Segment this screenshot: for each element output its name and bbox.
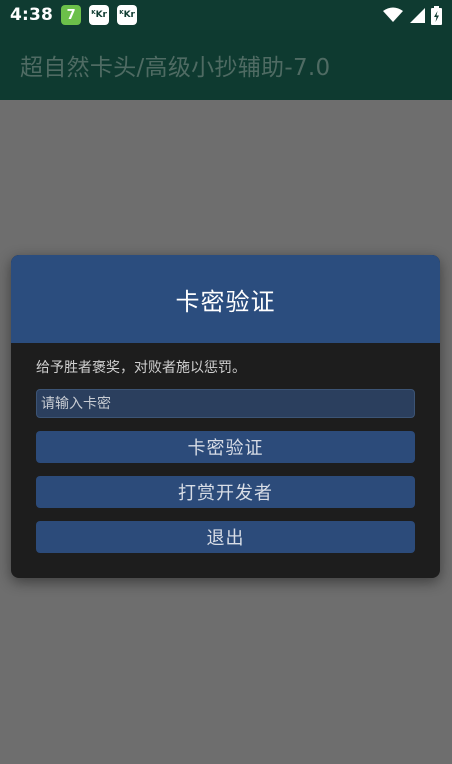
status-left: 4:38 7 ᴷKr ᴷKr <box>10 5 138 25</box>
kr-app-notification-icon: ᴷKr <box>89 5 110 25</box>
green-app-notification-icon: 7 <box>61 5 82 25</box>
dialog-title: 卡密验证 <box>175 287 276 316</box>
kr-app-notification-icon: ᴷKr <box>117 5 138 25</box>
card-key-verification-dialog: 卡密验证 给予胜者褒奖，对败者施以惩罚。 卡密验证 打赏开发者 退出 <box>11 255 440 578</box>
dialog-message: 给予胜者褒奖，对败者施以惩罚。 <box>36 360 246 376</box>
exit-button[interactable]: 退出 <box>36 521 415 553</box>
status-bar: 4:38 7 ᴷKr ᴷKr <box>0 0 452 30</box>
tip-developer-button[interactable]: 打赏开发者 <box>36 476 415 508</box>
app-title: 超自然卡头/高级小抄辅助-7.0 <box>20 55 331 81</box>
wifi-icon <box>383 7 403 23</box>
status-right <box>383 5 442 25</box>
app-bar: 超自然卡头/高级小抄辅助-7.0 <box>0 30 452 100</box>
dialog-header: 卡密验证 <box>11 255 440 343</box>
cell-signal-icon <box>409 7 425 23</box>
verify-card-key-button[interactable]: 卡密验证 <box>36 431 415 463</box>
card-key-input[interactable] <box>36 389 415 418</box>
status-time: 4:38 <box>10 5 54 25</box>
battery-charging-icon <box>431 5 442 25</box>
